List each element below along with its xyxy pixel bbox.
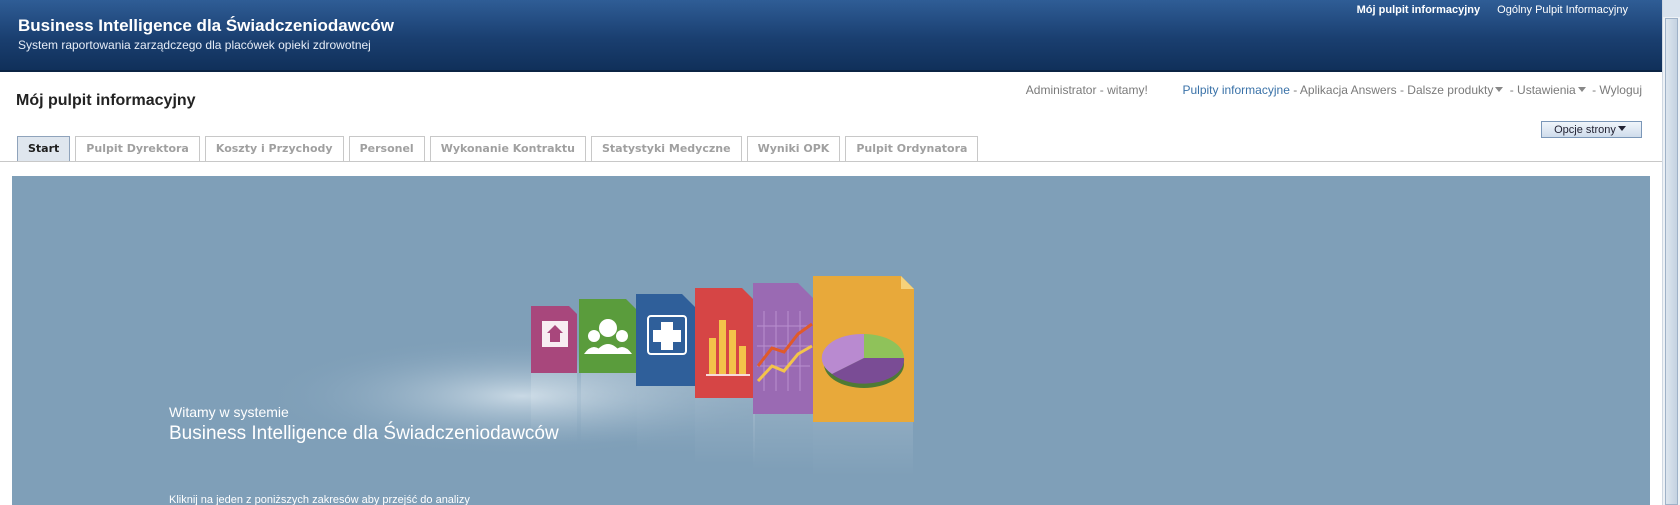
tab-pulpit-ordynatora[interactable]: Pulpit Ordynatora	[845, 136, 979, 161]
more-products-menu[interactable]: Dalsze produkty	[1407, 83, 1506, 97]
app-subtitle: System raportowania zarządczego dla plac…	[18, 38, 371, 52]
nav-separator: -	[1509, 83, 1514, 97]
tab-divider	[0, 161, 1662, 162]
dashboards-link[interactable]: Pulpity informacyjne	[1182, 83, 1289, 97]
settings-menu[interactable]: Ustawienia	[1517, 83, 1589, 97]
tab-wykonanie-kontraktu[interactable]: Wykonanie Kontraktu	[429, 136, 586, 161]
chevron-down-icon	[1617, 126, 1626, 131]
chevron-down-icon	[1495, 87, 1504, 92]
line-chart-icon[interactable]	[753, 283, 813, 414]
page-options-button[interactable]: Opcje strony	[1541, 121, 1642, 138]
tab-statystyki-medyczne[interactable]: Statystyki Medyczne	[590, 136, 742, 161]
vertical-scrollbar[interactable]	[1662, 0, 1680, 505]
page-title: Mój pulpit informacyjny	[16, 92, 196, 109]
scroll-up-button[interactable]	[1663, 0, 1680, 17]
nav-separator: -	[1399, 83, 1404, 97]
global-navbar: Administrator - witamy! Pulpity informac…	[1026, 83, 1642, 97]
welcome-instruction: Kliknij na jeden z poniższych zakresów a…	[169, 494, 470, 505]
logout-link[interactable]: Wyloguj	[1599, 83, 1642, 97]
tab-koszty-i-przychody[interactable]: Koszty i Przychody	[204, 136, 344, 161]
tab-start[interactable]: Start	[17, 136, 71, 161]
answers-link[interactable]: Aplikacja Answers	[1300, 83, 1397, 97]
nav-separator: -	[1293, 83, 1298, 97]
tab-pulpit-dyrektora[interactable]: Pulpit Dyrektora	[75, 136, 200, 161]
dashboard-tabs: Start Pulpit Dyrektora Koszty i Przychody P…	[17, 136, 983, 162]
page-options-label: Opcje strony	[1554, 124, 1616, 136]
people-icon[interactable]	[579, 299, 637, 373]
user-greeting: Administrator - witamy!	[1025, 83, 1148, 97]
chevron-down-icon	[1577, 87, 1586, 92]
tab-personel[interactable]: Personel	[348, 136, 425, 161]
app-title: Business Intelligence dla Świadczeniodaw…	[18, 16, 394, 35]
header-links: Mój pulpit informacyjny Ogólny Pulpit In…	[1343, 4, 1628, 16]
welcome-line-2: Business Intelligence dla Świadczeniodaw…	[169, 423, 559, 444]
general-dashboard-link[interactable]: Ogólny Pulpit Informacyjny	[1497, 4, 1628, 16]
welcome-line-1: Witamy w systemie	[169, 404, 289, 420]
welcome-banner: Witamy w systemie Business Intelligence …	[12, 176, 1650, 505]
app-header: Business Intelligence dla Świadczeniodaw…	[0, 0, 1662, 72]
bar-chart-icon[interactable]	[695, 288, 755, 398]
medical-cross-icon[interactable]	[636, 294, 695, 386]
hero-illustration	[262, 276, 914, 476]
reflection	[581, 373, 637, 443]
scrollbar-thumb[interactable]	[1665, 18, 1678, 505]
tab-wyniki-opk[interactable]: Wyniki OPK	[746, 136, 841, 161]
my-dashboard-link[interactable]: Mój pulpit informacyjny	[1357, 4, 1480, 16]
more-products-label: Dalsze produkty	[1407, 83, 1494, 97]
home-icon[interactable]	[531, 306, 577, 373]
pie-chart-icon[interactable]	[813, 276, 914, 422]
nav-separator: -	[1592, 83, 1597, 97]
settings-label: Ustawienia	[1517, 83, 1576, 97]
